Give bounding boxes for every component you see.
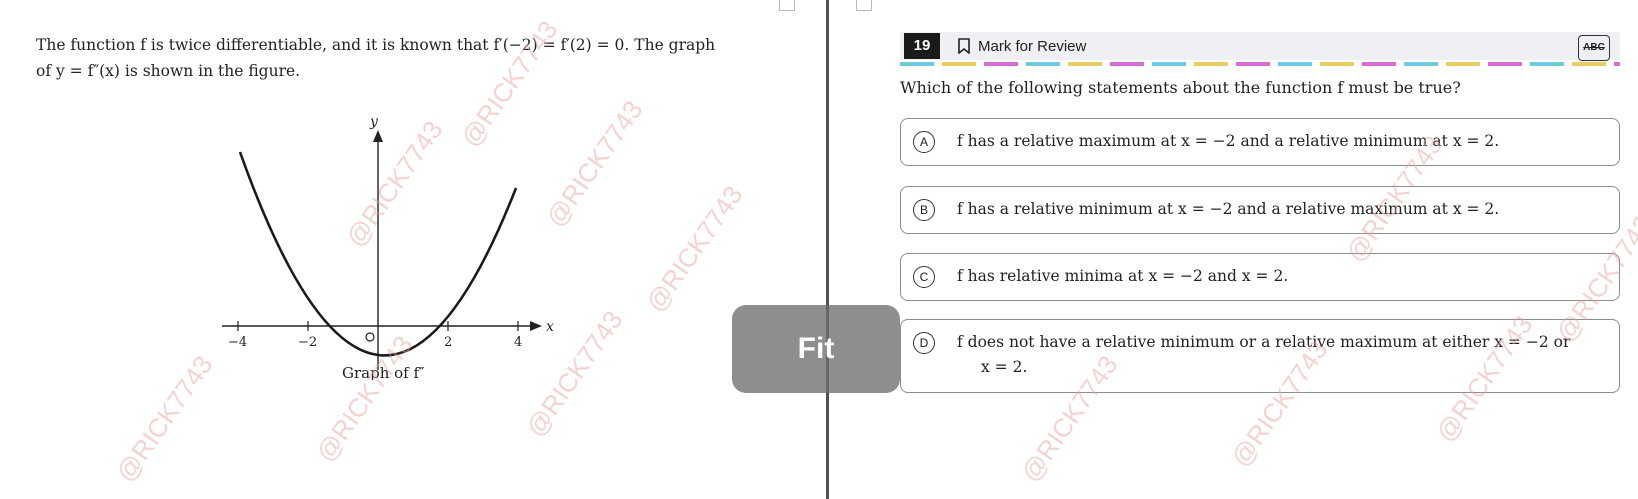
choice-b[interactable]: B f has a relative minimum at x = −2 and… [900, 186, 1620, 234]
y-axis-arrow [373, 130, 383, 142]
tick-label-neg2: −2 [298, 335, 317, 350]
x-axis-arrow [530, 321, 542, 331]
mark-for-review-label: Mark for Review [978, 37, 1087, 55]
choice-a-letter: A [913, 131, 935, 153]
question-line-1: The function f is twice differentiable, … [36, 36, 716, 54]
choice-c[interactable]: C f has relative minima at x = −2 and x … [900, 253, 1620, 301]
second-derivative-graph: y x −4 −2 2 4 Graph of f″ [222, 114, 554, 380]
choice-a-text: f has a relative maximum at x = −2 and a… [957, 132, 1500, 150]
mark-for-review-button[interactable]: Mark for Review [958, 33, 1086, 59]
expand-icon[interactable] [856, 0, 872, 11]
progress-dash-row [900, 62, 1620, 66]
origin-marker [365, 332, 375, 342]
fit-button[interactable]: Fit [732, 305, 900, 393]
choice-d[interactable]: D f does not have a relative minimum or … [900, 319, 1620, 393]
answer-eliminator-button[interactable]: ABC [1578, 35, 1610, 61]
question-text: The function f is twice differentiable, … [36, 32, 736, 84]
collapse-icon[interactable] [779, 0, 795, 11]
question-prompt: Which of the following statements about … [900, 78, 1461, 97]
pane-divider[interactable] [826, 0, 829, 499]
tick-label-4: 4 [514, 335, 522, 350]
tick-label-neg4: −4 [228, 335, 247, 350]
x-axis-label: x [546, 319, 554, 335]
question-line-2: of y = f″(x) is shown in the figure. [36, 62, 301, 80]
question-number: 19 [904, 33, 940, 59]
choice-c-letter: C [913, 266, 935, 288]
choice-d-text-line2: x = 2. [981, 358, 1028, 376]
question-pane: The function f is twice differentiable, … [0, 0, 826, 499]
y-axis-label: y [369, 114, 379, 130]
bookmark-icon [958, 38, 970, 54]
choice-b-text: f has a relative minimum at x = −2 and a… [957, 200, 1500, 218]
tick-label-2: 2 [444, 335, 452, 350]
choice-c-text: f has relative minima at x = −2 and x = … [957, 267, 1289, 285]
choice-d-letter: D [913, 332, 935, 354]
choice-a[interactable]: A f has a relative maximum at x = −2 and… [900, 118, 1620, 166]
choice-d-text: f does not have a relative minimum or a … [957, 333, 1571, 351]
choice-b-letter: B [913, 199, 935, 221]
graph-caption: Graph of f″ [342, 364, 425, 380]
